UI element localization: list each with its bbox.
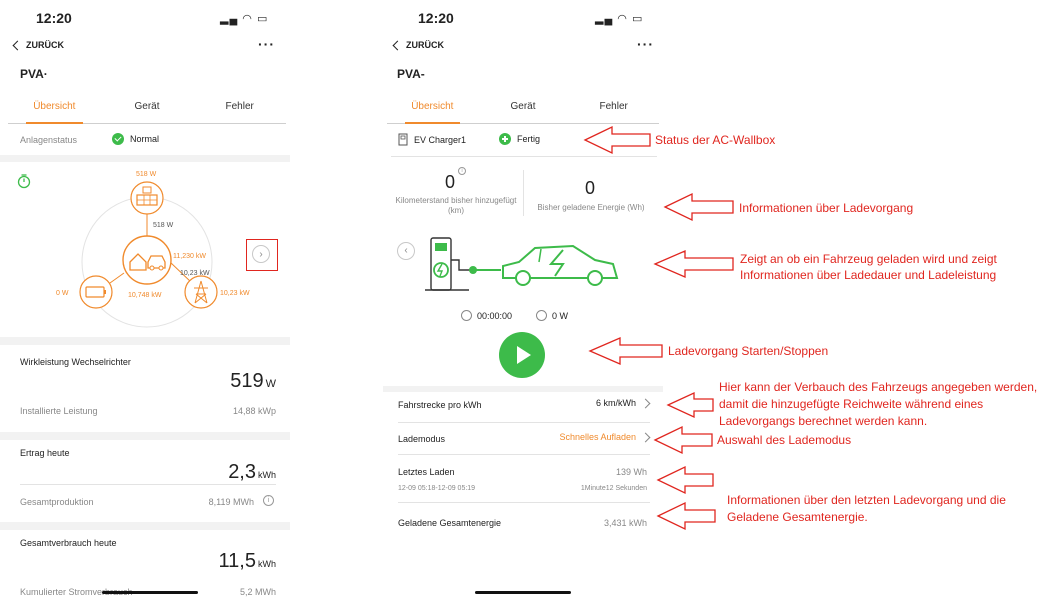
annotation-consumption-2: damit die hinzugefügte Reichweite währen… xyxy=(719,397,984,411)
annotation-mode: Auswahl des Lademodus xyxy=(717,433,852,447)
arrow-last-charge xyxy=(656,465,714,495)
annotation-last-1: Informationen über den letzten Ladevorga… xyxy=(727,493,1006,507)
annotation-info: Informationen über Ladevorgang xyxy=(739,201,914,215)
arrow-vehicle xyxy=(653,250,734,278)
annotation-last-2: Geladene Gesamtenergie. xyxy=(727,510,868,524)
arrow-status xyxy=(583,125,651,155)
annotation-status: Status der AC-Wallbox xyxy=(655,133,776,147)
arrow-total xyxy=(656,501,716,531)
annotation-consumption-1: Hier kann der Verbauch des Fahrzeugs ang… xyxy=(719,380,1038,394)
annotation-vehicle-1: Zeigt an ob ein Fahrzeug geladen wird un… xyxy=(740,252,997,266)
arrow-info xyxy=(663,192,734,222)
annotation-arrows xyxy=(583,125,734,531)
arrow-consumption xyxy=(666,391,714,419)
arrow-start xyxy=(588,337,663,365)
arrow-mode xyxy=(653,425,713,455)
annotation-vehicle-2: Informationen über Ladedauer und Ladelei… xyxy=(740,268,997,282)
annotation-consumption-3: Ladevorgangs berechnet werden kann. xyxy=(719,414,928,428)
annotation-start: Ladevorgang Starten/Stoppen xyxy=(668,344,829,358)
